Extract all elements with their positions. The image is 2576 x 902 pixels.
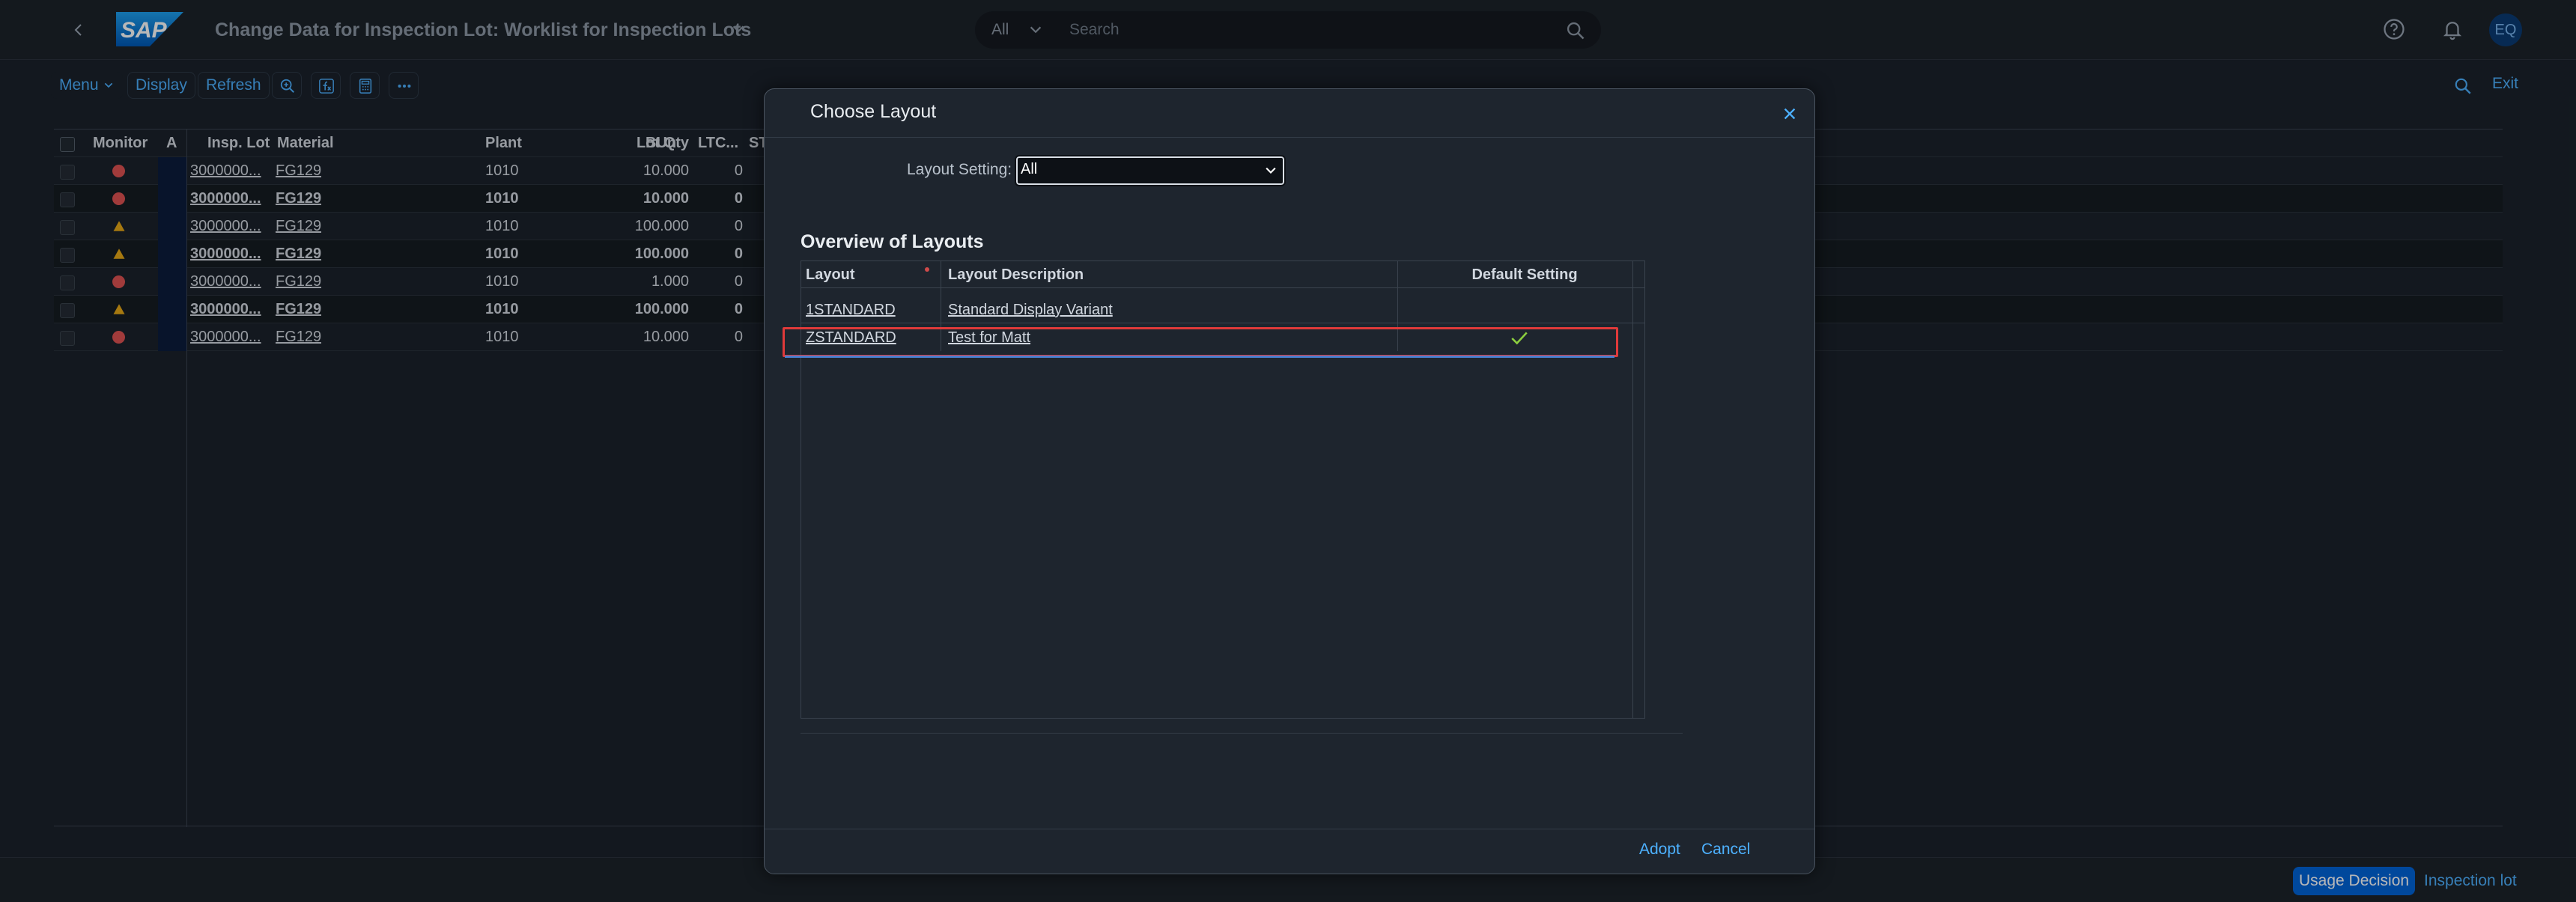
layout-name[interactable]: 1STANDARD (806, 296, 896, 323)
overview-title: Overview of Layouts (801, 231, 984, 252)
selection-underline (785, 356, 1614, 358)
dialog-divider (765, 137, 1814, 138)
col-layout-description[interactable]: Layout Description (948, 261, 1084, 288)
table-bottom-line (801, 733, 1683, 734)
layouts-table-header: Layout Layout Description Default Settin… (801, 261, 1644, 288)
layout-description[interactable]: Standard Display Variant (948, 296, 1113, 323)
choose-layout-dialog: Choose Layout Layout Setting: All Overvi… (764, 88, 1815, 874)
layout-setting-value: All (1021, 161, 1038, 177)
layout-setting-label: Layout Setting: (907, 161, 1012, 178)
dialog-title: Choose Layout (810, 101, 937, 122)
column-divider (1632, 261, 1633, 718)
cancel-button[interactable]: Cancel (1701, 841, 1750, 859)
selection-outline (783, 327, 1618, 358)
sort-indicator-icon (925, 267, 929, 272)
layout-setting-select[interactable]: All (1015, 155, 1286, 186)
adopt-button[interactable]: Adopt (1639, 841, 1680, 859)
layout-row-1standard[interactable]: 1STANDARD Standard Display Variant (801, 296, 1644, 323)
col-default-setting[interactable]: Default Setting (1408, 261, 1641, 288)
chevron-down-icon (1266, 167, 1276, 174)
col-layout[interactable]: Layout (806, 261, 855, 288)
close-icon[interactable] (1781, 106, 1798, 122)
